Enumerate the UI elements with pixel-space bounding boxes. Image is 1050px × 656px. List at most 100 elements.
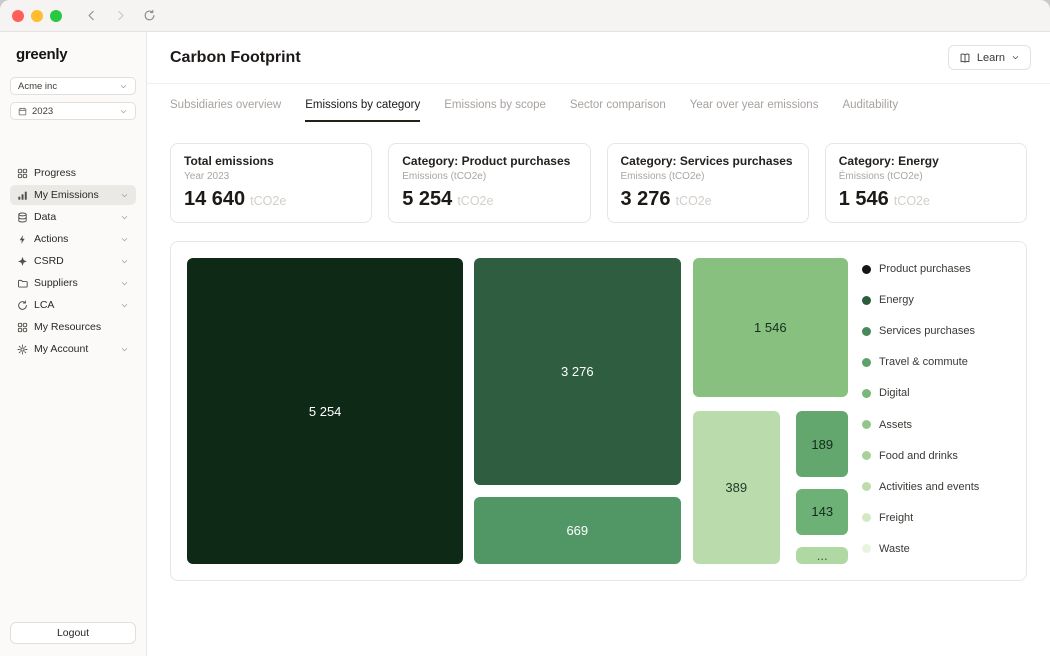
calendar-icon: [18, 107, 27, 116]
sidebar-item-csrd[interactable]: CSRD: [10, 251, 136, 271]
legend-dot: [862, 327, 871, 336]
treemap-block-value: 1 546: [754, 320, 787, 335]
lightning-icon: [17, 234, 28, 245]
treemap-block[interactable]: 5 254: [187, 258, 463, 564]
learn-button-label: Learn: [977, 52, 1005, 64]
year-select[interactable]: 2023: [10, 102, 136, 120]
sidebar-item-label: Data: [34, 211, 56, 223]
sidebar-item-actions[interactable]: Actions: [10, 229, 136, 249]
treemap-block[interactable]: 143: [796, 489, 848, 535]
star-icon: [17, 256, 28, 267]
sidebar-item-label: Suppliers: [34, 277, 78, 289]
bar-chart-icon: [17, 190, 28, 201]
legend-dot: [862, 265, 871, 274]
legend-item-digital: Digital: [862, 387, 1010, 399]
legend-item-freight: Freight: [862, 512, 1010, 524]
treemap-block[interactable]: 3 276: [474, 258, 681, 485]
sidebar-item-data[interactable]: Data: [10, 207, 136, 227]
legend-label: Freight: [879, 512, 913, 524]
page-title: Carbon Footprint: [170, 49, 301, 67]
sidebar-item-my-emissions[interactable]: My Emissions: [10, 185, 136, 205]
stat-card-title: Category: Services purchases: [621, 154, 795, 168]
legend-dot: [862, 513, 871, 522]
stat-card-unit: tCO2e: [457, 194, 493, 208]
minimize-button[interactable]: [31, 10, 43, 22]
stat-card-number: 14 640: [184, 188, 245, 211]
treemap-block[interactable]: 189: [796, 411, 848, 477]
chevron-down-icon: [120, 213, 129, 222]
legend-dot: [862, 420, 871, 429]
chevron-down-icon: [120, 257, 129, 266]
sidebar-item-suppliers[interactable]: Suppliers: [10, 273, 136, 293]
legend-label: Energy: [879, 294, 914, 306]
legend-label: Waste: [879, 543, 910, 555]
treemap-block-value: ...: [817, 548, 828, 563]
legend-dot: [862, 296, 871, 305]
treemap-block[interactable]: 389: [693, 411, 780, 564]
stat-card-value: 1 546 tCO2e: [839, 188, 1013, 211]
legend-item-product-purchases: Product purchases: [862, 263, 1010, 275]
treemap-block[interactable]: 1 546: [693, 258, 848, 397]
sidebar-item-lca[interactable]: LCA: [10, 295, 136, 315]
close-button[interactable]: [12, 10, 24, 22]
tab-subsidiaries-overview[interactable]: Subsidiaries overview: [170, 99, 281, 122]
chevron-down-icon: [120, 345, 129, 354]
legend-item-waste: Waste: [862, 543, 1010, 555]
stat-card-unit: tCO2e: [894, 194, 930, 208]
legend-dot: [862, 389, 871, 398]
tab-emissions-by-scope[interactable]: Emissions by scope: [444, 99, 546, 122]
squares-icon: [17, 322, 28, 333]
legend-item-food-and-drinks: Food and drinks: [862, 450, 1010, 462]
stat-card-total-emissions: Total emissionsYear 202314 640tCO2e: [170, 143, 372, 223]
treemap-block[interactable]: 669: [474, 497, 681, 564]
sidebar-spacer: [10, 359, 136, 622]
legend-item-travel-commute: Travel & commute: [862, 356, 1010, 368]
tab-bar: Subsidiaries overview Emissions by catego…: [147, 84, 1050, 122]
main-content: Carbon Footprint Learn Subsidiaries over…: [147, 32, 1050, 656]
grid-icon: [17, 168, 28, 179]
reload-icon[interactable]: [143, 9, 156, 22]
legend-dot: [862, 544, 871, 553]
chevron-down-icon: [120, 301, 129, 310]
app-window: greenly Acme inc 2023 Progress My Emissio…: [0, 0, 1050, 656]
tab-sector-comparison[interactable]: Sector comparison: [570, 99, 666, 122]
sidebar-item-label: Progress: [34, 167, 76, 179]
treemap-block-value: 5 254: [309, 404, 342, 419]
app-logo: greenly: [10, 46, 136, 77]
stat-card-category-energy: Category: EnergyÉmissions (tCO2e)1 546tC…: [825, 143, 1027, 223]
stat-card-number: 1 546: [839, 188, 889, 211]
database-icon: [17, 212, 28, 223]
folder-icon: [17, 278, 28, 289]
legend-label: Food and drinks: [879, 450, 958, 462]
sidebar-item-my-account[interactable]: My Account: [10, 339, 136, 359]
stat-card-unit: tCO2e: [676, 194, 712, 208]
legend-item-activities-and-events: Activities and events: [862, 481, 1010, 493]
legend-label: Activities and events: [879, 481, 979, 493]
treemap-block[interactable]: ...: [796, 547, 848, 564]
sidebar-item-label: CSRD: [34, 255, 64, 267]
chevron-down-icon: [1011, 53, 1020, 62]
year-select-value: 2023: [32, 106, 114, 117]
logout-button[interactable]: Logout: [10, 622, 136, 644]
tab-emissions-by-category[interactable]: Emissions by category: [305, 99, 420, 122]
legend-dot: [862, 482, 871, 491]
stat-card-title: Category: Product purchases: [402, 154, 576, 168]
stat-card-value: 3 276 tCO2e: [621, 188, 795, 211]
legend-label: Assets: [879, 419, 912, 431]
chevron-down-icon: [120, 279, 129, 288]
stat-card-subtitle: Emissions (tCO2e): [621, 171, 795, 182]
stat-card-number: 5 254: [402, 188, 452, 211]
sidebar-item-progress[interactable]: Progress: [10, 163, 136, 183]
stat-card-number: 3 276: [621, 188, 671, 211]
sidebar-item-my-resources[interactable]: My Resources: [10, 317, 136, 337]
back-icon[interactable]: [85, 9, 98, 22]
tab-auditability[interactable]: Auditability: [842, 99, 898, 122]
tab-year-over-year-emissions[interactable]: Year over year emissions: [690, 99, 819, 122]
chevron-down-icon: [119, 107, 128, 116]
chevron-down-icon: [120, 235, 129, 244]
organization-select[interactable]: Acme inc: [10, 77, 136, 95]
learn-button[interactable]: Learn: [948, 45, 1031, 70]
zoom-button[interactable]: [50, 10, 62, 22]
stat-card-subtitle: Emissions (tCO2e): [402, 171, 576, 182]
forward-icon[interactable]: [114, 9, 127, 22]
